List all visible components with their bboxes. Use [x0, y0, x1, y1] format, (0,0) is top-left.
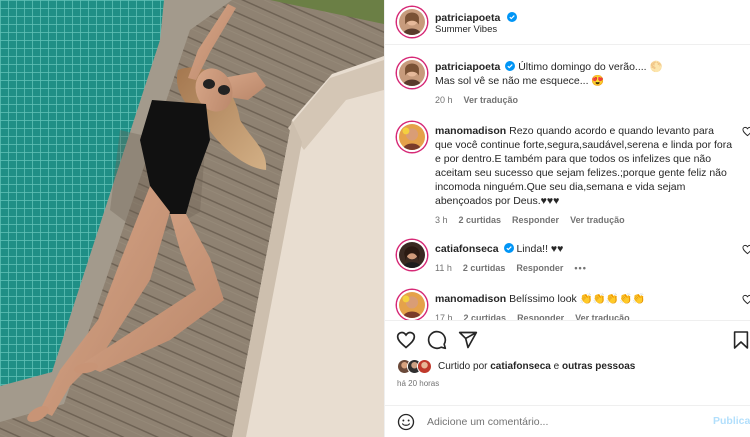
comment-time[interactable]: 17 h — [435, 311, 453, 320]
emoji-icon[interactable] — [397, 413, 415, 431]
heart-icon[interactable] — [742, 244, 750, 255]
more-options-icon[interactable]: ••• — [574, 261, 586, 275]
comment-text-line: que você continue forte,segura,saudável,… — [435, 139, 733, 151]
photo-illustration — [0, 0, 384, 437]
comment-time[interactable]: 11 h — [435, 261, 452, 275]
liked-by: Curtido por catiafonseca e outras pessoa… — [397, 359, 635, 374]
reply-button[interactable]: Responder — [517, 311, 564, 320]
heart-eyes-emoji: 😍 — [591, 75, 605, 87]
comments-list[interactable]: patriciapoeta Último domingo do verão...… — [385, 46, 750, 320]
commenter-username[interactable]: catiafonseca — [435, 243, 499, 255]
comment-text-line: incomoda ninguém.Que seu dia,semana e vi… — [435, 181, 686, 193]
post-details-panel: patriciapoeta Summer Vibes patriciapoeta… — [384, 0, 750, 437]
commenter-username[interactable]: manomadison — [435, 125, 506, 137]
clapping-emoji: 👏👏👏👏👏 — [579, 293, 646, 305]
post-photo[interactable] — [0, 0, 384, 437]
caption-username[interactable]: patriciapoeta — [435, 61, 500, 73]
comment-likes[interactable]: 2 curtidas — [459, 213, 502, 227]
author-avatar[interactable] — [397, 7, 427, 37]
liker-avatar — [417, 359, 432, 374]
verified-badge-icon — [506, 12, 517, 22]
full-moon-emoji: 🌕 — [649, 61, 663, 73]
comment-text-line: e por dentro.E também para que todos os … — [435, 153, 712, 165]
commenter-username[interactable]: manomadison — [435, 293, 506, 305]
reply-button[interactable]: Responder — [512, 213, 559, 227]
caption-line1: Último domingo do verão.... — [518, 61, 647, 73]
comment-time[interactable]: 3 h — [435, 213, 448, 227]
comment-text-line: aceitam seu sucesso que sejam felizes.;p… — [435, 167, 727, 179]
comment-likes[interactable]: 2 curtidas — [463, 261, 506, 275]
post-actions: Curtido por catiafonseca e outras pessoa… — [385, 320, 750, 437]
caption-time[interactable]: 20 h — [435, 93, 453, 107]
commenter-avatar[interactable] — [397, 240, 427, 270]
liked-by-prefix: Curtido por — [438, 361, 488, 372]
publish-button[interactable]: Publicar — [713, 415, 750, 427]
post-header: patriciapoeta Summer Vibes — [385, 0, 750, 45]
comment-text-line: abençoados por Deus.♥♥♥ — [435, 195, 560, 207]
comment-icon[interactable] — [427, 330, 447, 350]
like-heart-icon[interactable] — [396, 330, 416, 350]
commenter-avatar[interactable] — [397, 290, 427, 320]
comment-translate[interactable]: Ver tradução — [570, 213, 625, 227]
liked-by-others[interactable]: outras pessoas — [562, 361, 635, 372]
comment-text: Linda!! ♥♥ — [516, 243, 564, 255]
liked-by-user[interactable]: catiafonseca — [490, 361, 551, 372]
caption-line2: Mas sol vê se não me esquece... — [435, 75, 589, 87]
post-location[interactable]: Summer Vibes — [435, 24, 497, 35]
liked-by-connector: e — [553, 361, 560, 372]
verified-badge-icon — [505, 61, 516, 71]
author-username[interactable]: patriciapoeta — [435, 12, 500, 24]
comment-text-line: Rezo quando acordo e quando levanto para — [509, 125, 715, 137]
post-timestamp[interactable]: há 20 horas — [397, 379, 439, 388]
comment-text: Belíssimo look — [509, 293, 577, 305]
add-comment-bar: Publicar — [385, 405, 750, 437]
heart-icon[interactable] — [742, 294, 750, 305]
commenter-avatar[interactable] — [397, 122, 427, 152]
comment-translate[interactable]: Ver tradução — [575, 311, 630, 320]
bookmark-icon[interactable] — [733, 330, 749, 350]
caption-translate[interactable]: Ver tradução — [464, 93, 519, 107]
share-icon[interactable] — [458, 330, 478, 350]
comment-input[interactable] — [427, 414, 697, 430]
comment-likes[interactable]: 2 curtidas — [464, 311, 507, 320]
reply-button[interactable]: Responder — [516, 261, 563, 275]
heart-icon[interactable] — [742, 126, 750, 137]
verified-badge-icon — [503, 243, 514, 253]
caption-avatar[interactable] — [397, 58, 427, 88]
